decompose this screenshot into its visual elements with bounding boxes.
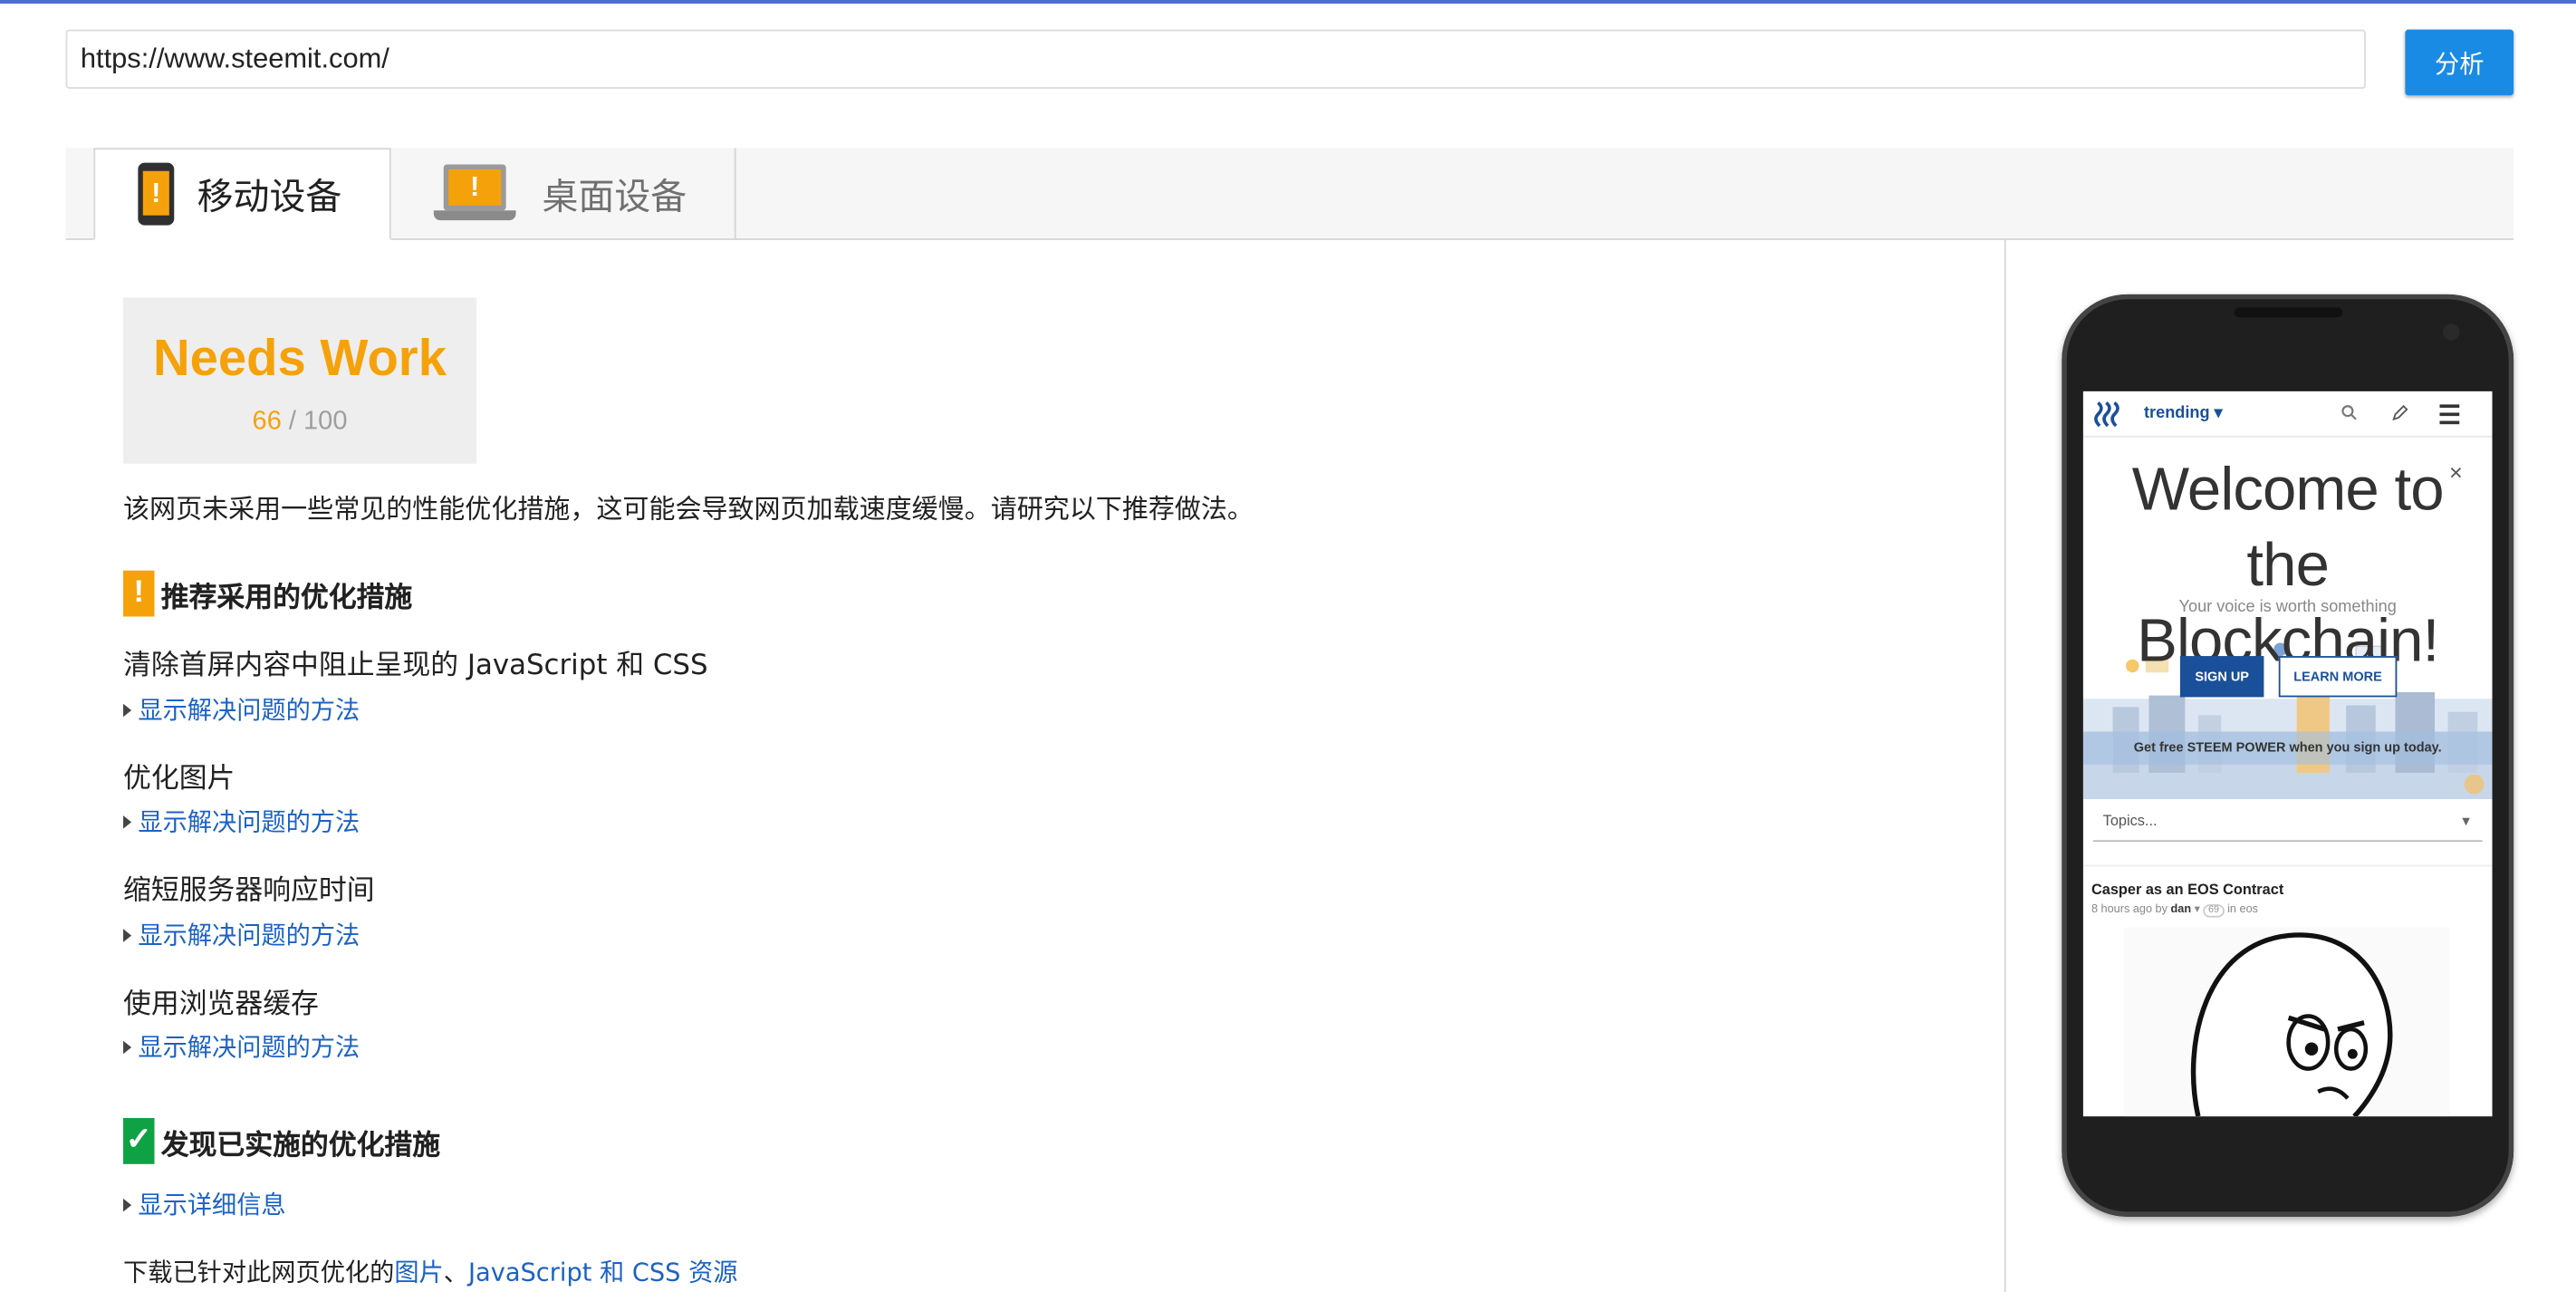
- footer-prefix: 下载已针对此网页优化的: [123, 1258, 395, 1287]
- score-line: 66 / 100: [123, 408, 476, 438]
- expand-triangle-icon: [123, 1039, 132, 1054]
- panel-divider: [2004, 239, 2006, 1292]
- laptop-warning-icon: !: [433, 164, 516, 223]
- show-fix-link[interactable]: 显示解决问题的方法: [123, 804, 360, 838]
- score-label: Needs Work: [153, 328, 447, 387]
- score-max: 100: [303, 408, 348, 436]
- summary-text: 该网页未采用一些常见的性能优化措施，这可能会导致网页加载速度缓慢。请研究以下推荐…: [123, 493, 1254, 525]
- show-fix-link-label: 显示解决问题的方法: [138, 807, 360, 837]
- expand-triangle-icon: [123, 815, 132, 828]
- recommended-title: 推荐采用的优化措施: [160, 581, 413, 614]
- check-icon: ✓: [123, 1117, 155, 1164]
- phone-warning-icon: !: [138, 162, 175, 226]
- tab-mobile-label: 移动设备: [197, 177, 342, 219]
- phone-speaker: [2234, 307, 2343, 318]
- show-fix-link-label: 显示解决问题的方法: [138, 921, 360, 950]
- pencil-icon: [2392, 404, 2408, 421]
- preview-post-meta: 8 hours ago by dan ▾ 69 in eos: [2091, 904, 2259, 918]
- js-css-link[interactable]: JavaScript 和 CSS 资源: [468, 1258, 737, 1287]
- show-details-link-label: 显示详细信息: [138, 1190, 286, 1220]
- device-tabs: ! 移动设备 ! 桌面设备: [65, 148, 2514, 240]
- preview-subheadline: Your voice is worth something: [2178, 598, 2397, 617]
- show-fix-link-label: 显示解决问题的方法: [138, 1032, 360, 1063]
- show-details-link[interactable]: 显示详细信息: [123, 1187, 286, 1221]
- preview-header: trending ▾: [2082, 390, 2493, 438]
- images-link[interactable]: 图片: [394, 1258, 443, 1287]
- score-value: 66: [252, 408, 282, 436]
- show-fix-link[interactable]: 显示解决问题的方法: [123, 692, 360, 727]
- analyze-button[interactable]: 分析: [2405, 29, 2514, 96]
- preview-post-image: [2124, 927, 2450, 1117]
- score-box: Needs Work 66 / 100: [123, 297, 477, 464]
- expand-triangle-icon: [123, 702, 132, 717]
- rule-title: 使用浏览器缓存: [123, 988, 319, 1021]
- recommended-section-title: ! 推荐采用的优化措施: [123, 570, 413, 617]
- preview-topics-dropdown: Topics... ▼: [2092, 801, 2483, 843]
- show-fix-link[interactable]: 显示解决问题的方法: [123, 918, 360, 952]
- passed-section-title: ✓ 发现已实施的优化措施: [123, 1117, 441, 1164]
- preview-post-title: Casper as an EOS Contract: [2091, 881, 2284, 898]
- phone-camera: [2443, 323, 2460, 341]
- tab-desktop[interactable]: ! 桌面设备: [394, 148, 736, 240]
- score-separator: /: [288, 408, 304, 436]
- expand-triangle-icon: [123, 1198, 132, 1211]
- url-bar: 分析: [65, 29, 2514, 96]
- mobile-preview-phone: trending ▾ × Welcome to the Blockchain! …: [2062, 294, 2514, 1217]
- steemit-logo-icon: [2094, 401, 2119, 428]
- preview-nav-trending: trending ▾: [2144, 404, 2223, 423]
- footer-sep: 、: [443, 1258, 469, 1287]
- chevron-down-icon: ▼: [2459, 814, 2473, 829]
- casper-ghost-illustration: [2190, 932, 2393, 1117]
- url-input[interactable]: [65, 29, 2366, 89]
- warning-icon: !: [123, 570, 155, 617]
- show-fix-link[interactable]: 显示解决问题的方法: [123, 1029, 360, 1064]
- preview-screenshot: trending ▾ × Welcome to the Blockchain! …: [2082, 390, 2493, 1117]
- preview-signup-button: SIGN UP: [2179, 656, 2264, 698]
- rule-title: 优化图片: [123, 763, 235, 796]
- expand-triangle-icon: [123, 928, 132, 941]
- passed-title: 发现已实施的优化措施: [160, 1128, 441, 1162]
- tab-mobile[interactable]: ! 移动设备: [93, 148, 391, 240]
- rule-title: 清除首屏内容中阻止呈现的 JavaScript 和 CSS: [123, 649, 708, 683]
- preview-learn-more-button: LEARN MORE: [2278, 656, 2398, 698]
- download-optimized-text: 下载已针对此网页优化的图片、JavaScript 和 CSS 资源: [123, 1255, 737, 1289]
- hamburger-menu-icon: [2439, 404, 2460, 429]
- preview-hero: × Welcome to the Blockchain! Your voice …: [2082, 439, 2493, 799]
- rule-title: 缩短服务器响应时间: [123, 874, 375, 908]
- show-fix-link-label: 显示解决问题的方法: [138, 695, 360, 726]
- search-icon: [2341, 405, 2357, 420]
- tab-desktop-label: 桌面设备: [542, 177, 687, 219]
- preview-promo-banner: Get free STEEM POWER when you sign up to…: [2082, 731, 2493, 765]
- preview-headline: Welcome to the Blockchain!: [2131, 455, 2445, 675]
